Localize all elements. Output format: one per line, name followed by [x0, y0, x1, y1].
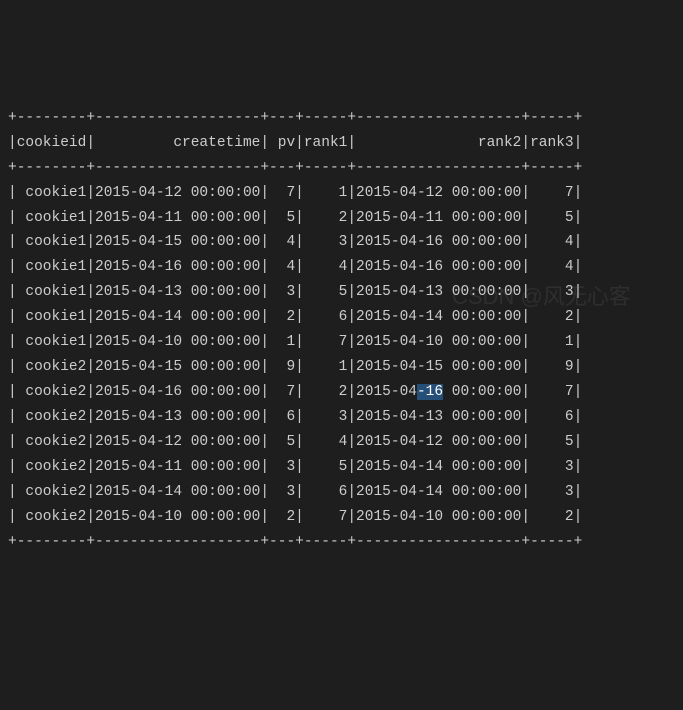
query-output: +--------+-------------------+---+-----+… [8, 106, 675, 555]
